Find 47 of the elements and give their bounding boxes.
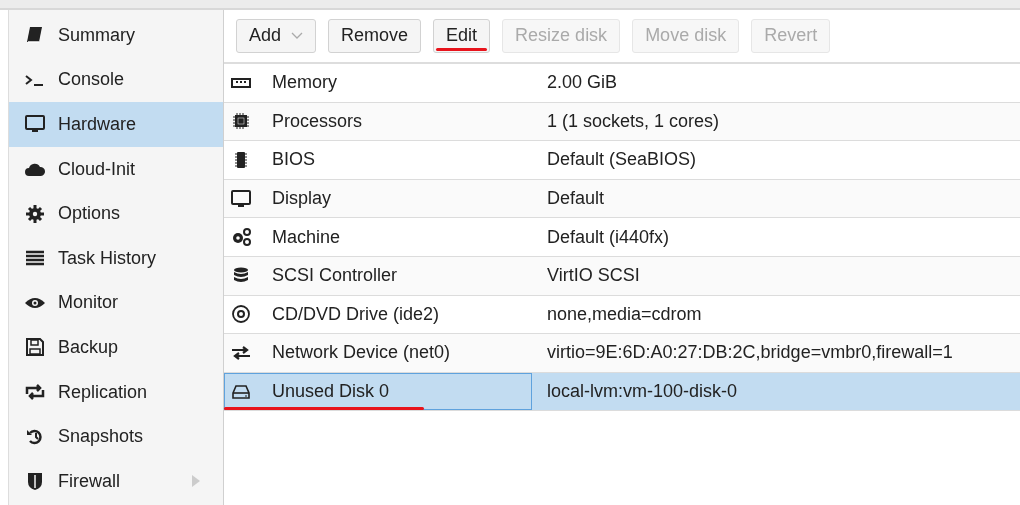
device-value: Default (i440fx) [546,225,670,249]
device-value: 2.00 GiB [546,71,618,95]
device-name: BIOS [272,148,315,172]
device-value: local-lvm:vm-100-disk-0 [546,380,738,404]
sidebar-item[interactable]: Cloud-Init [9,146,223,192]
device-value: virtio=9E:6D:A0:27:DB:2C,bridge=vmbr0,firewall=1 [546,341,953,365]
device-name: Display [272,187,332,211]
table-row[interactable]: Display Default [224,179,1020,219]
device-value: 1 (1 sockets, 1 cores) [546,109,720,133]
device-value: Default (SeaBIOS) [546,148,697,172]
device-name: SCSI Controller [272,264,398,288]
disc-icon [230,304,252,325]
toolbar-button[interactable]: Edit [433,19,491,53]
toolbar-button[interactable]: Remove [328,19,422,53]
gears-icon [230,227,252,248]
monitor-icon [230,188,252,209]
sidebar-item[interactable]: Task History [9,235,223,281]
table-row[interactable]: Processors 1 (1 sockets, 1 cores) [224,102,1020,142]
table-row[interactable]: Memory 2.00 GiB [224,64,1020,103]
gear-icon [24,203,46,224]
table-row[interactable]: Network Device (net0) virtio=9E:6D:A0:27:DB:2C,bridge=vmbr0,firewall=1 [224,334,1020,373]
device-value: VirtIO SCSI [546,264,640,288]
device-name: Processors [272,109,363,133]
monitor-icon [24,114,46,135]
device-name: CD/DVD Drive (ide2) [272,302,440,326]
sidebar-item[interactable]: Hardware [9,102,223,147]
table-row[interactable]: SCSI Controller VirtIO SCSI [224,256,1020,296]
device-name: Unused Disk 0 [272,380,390,404]
sidebar-item[interactable]: Summary [9,13,223,58]
device-value: none,media=cdrom [546,302,702,326]
device-name: Machine [272,225,341,249]
sidebar-item[interactable]: Console [9,57,223,103]
table-row[interactable]: BIOS Default (SeaBIOS) [224,141,1020,180]
sidebar-item[interactable]: Monitor [9,280,223,326]
sidebar-item[interactable]: Options [9,191,223,236]
sidebar-item[interactable]: Replication [9,369,223,415]
table-row[interactable]: Machine Default (i440fx) [224,218,1020,257]
floppy-icon [24,337,46,358]
device-name: Network Device (net0) [272,341,451,365]
table-row[interactable]: Unused Disk 0 local-lvm:vm-100-disk-0 [224,372,1020,412]
dropdown-button[interactable]: Add [236,19,317,53]
chip-icon [230,111,252,132]
sidebar-item[interactable]: Snapshots [9,414,223,459]
sidebar-item[interactable]: Firewall [9,458,223,504]
device-name: Memory [272,71,337,95]
device-value: Default [546,187,605,211]
sidebar-item[interactable]: Backup [9,325,223,370]
